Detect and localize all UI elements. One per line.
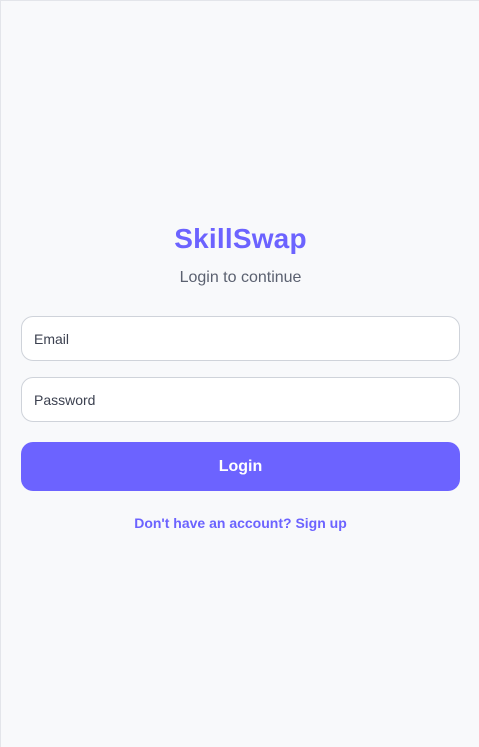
password-field[interactable] [21, 377, 460, 422]
signup-link[interactable]: Don't have an account? Sign up [21, 515, 460, 531]
app-brand-title: SkillSwap [174, 223, 307, 254]
email-field[interactable] [21, 316, 460, 361]
login-screen: SkillSwap Login to continue Login Don't … [0, 0, 479, 747]
login-subtitle: Login to continue [179, 269, 302, 286]
login-button[interactable]: Login [21, 442, 460, 491]
